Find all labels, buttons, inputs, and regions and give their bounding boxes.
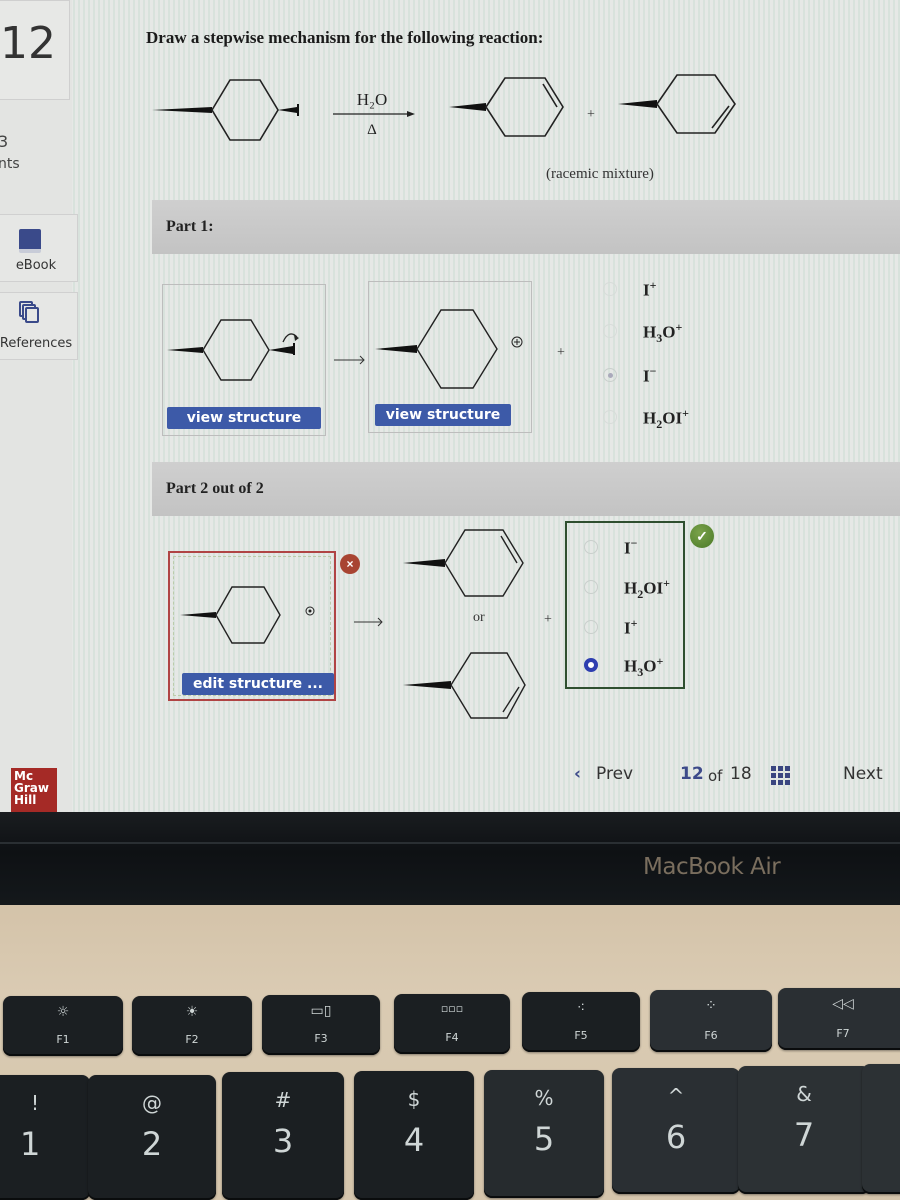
reaction-scheme (152, 74, 736, 141)
key-f6[interactable]: ⁘ F6 (650, 990, 772, 1052)
logo-line-3: Hill (14, 793, 37, 807)
key-3[interactable]: # 3 (222, 1072, 344, 1200)
key-5[interactable]: % 5 (484, 1070, 604, 1198)
part1-plus: + (557, 345, 565, 360)
alkene-product-2 (403, 652, 526, 719)
remove-structure-button[interactable]: × (340, 554, 360, 574)
products-plus: + (587, 107, 595, 122)
alkene-product-1 (403, 529, 524, 597)
key-7[interactable]: & 7 (738, 1066, 870, 1194)
option-label: H2OI+ (643, 406, 689, 432)
keyboard-backlight-down-icon: ⁖ (576, 1000, 586, 1016)
book-icon (19, 229, 41, 253)
part2-products (403, 529, 526, 719)
chevron-left-icon[interactable]: ‹ (574, 764, 581, 784)
option-label: H2OI+ (624, 576, 670, 602)
radio-button[interactable] (584, 580, 598, 594)
part1-structure-2: view structure (368, 281, 532, 433)
of-label: of (708, 767, 723, 785)
option-label: I− (624, 536, 638, 558)
keyboard-backlight-up-icon: ⁘ (705, 998, 717, 1014)
part2-option-h2oi-plus[interactable]: H2OI+ (584, 576, 704, 602)
points-label: nts (0, 156, 20, 172)
view-structure-button-1[interactable]: view structure (167, 407, 321, 429)
part1-option-i-minus[interactable]: I− (603, 364, 723, 388)
part1-header: Part 1: (152, 200, 900, 254)
key-8-partial[interactable] (862, 1064, 900, 1194)
rewind-icon: ◁◁ (832, 996, 854, 1012)
radio-button[interactable] (584, 540, 598, 554)
view-structure-button-2[interactable]: view structure (375, 404, 511, 426)
or-label: or (473, 610, 485, 625)
stacked-pages-icon (19, 301, 43, 327)
part2-header: Part 2 out of 2 (152, 462, 900, 516)
references-button[interactable]: References (0, 292, 78, 360)
key-4[interactable]: $ 4 (354, 1071, 474, 1200)
correct-badge-icon: ✓ (690, 524, 714, 548)
key-f2[interactable]: ☀ F2 (132, 996, 252, 1056)
radio-button[interactable] (584, 620, 598, 634)
key-f4[interactable]: ▫▫▫ F4 (394, 994, 510, 1054)
option-label: I+ (643, 278, 657, 300)
part1-option-i-plus[interactable]: I+ (603, 278, 723, 302)
reactant-structure (152, 79, 299, 141)
carbocation-drawing-2 (180, 586, 315, 644)
carbocation-drawing (375, 309, 523, 389)
part1-arrow (334, 355, 365, 365)
edit-structure-button[interactable]: edit structure ... (182, 673, 334, 695)
key-f5[interactable]: ⁖ F5 (522, 992, 640, 1052)
product-1-structure (449, 77, 564, 137)
radio-button-selected[interactable] (584, 658, 598, 672)
launchpad-icon: ▫▫▫ (440, 1002, 464, 1015)
key-6[interactable]: ^ 6 (612, 1068, 740, 1194)
left-sidebar: 12 3 nts eBook References Mc Graw Hill (0, 0, 78, 822)
radio-button[interactable] (603, 282, 617, 296)
racemic-note: (racemic mixture) (546, 166, 654, 182)
part2-edit-structure-box[interactable]: edit structure ... (168, 551, 336, 701)
references-label: References (0, 336, 73, 351)
key-f7[interactable]: ◁◁ F7 (778, 988, 900, 1050)
product-2-structure (618, 74, 736, 134)
part2-option-i-minus[interactable]: I− (584, 536, 704, 560)
reagent-water: H₂O (356, 90, 388, 109)
current-question: 12 (680, 764, 704, 784)
part1-option-h2oi-plus[interactable]: H2OI+ (603, 406, 723, 432)
question-grid-icon[interactable] (771, 766, 791, 786)
browser-screen: 12 3 nts eBook References Mc Graw Hill D… (0, 0, 900, 822)
part2-option-i-plus[interactable]: I+ (584, 616, 704, 640)
ebook-button[interactable]: eBook (0, 214, 78, 282)
question-number: 12 (0, 18, 56, 69)
brightness-up-icon: ☀ (185, 1004, 199, 1020)
reagent-heat: Δ (367, 122, 377, 138)
part1-option-h3o-plus[interactable]: H3O+ (603, 320, 723, 346)
part2-plus: + (544, 612, 552, 627)
key-2[interactable]: @ 2 (88, 1075, 216, 1200)
prev-button[interactable]: Prev (596, 764, 633, 784)
mission-control-icon: ▭▯ (310, 1003, 332, 1019)
part2-option-h3o-plus[interactable]: H3O+ (584, 654, 704, 680)
next-button[interactable]: Next (843, 764, 883, 784)
total-questions: 18 (730, 764, 752, 784)
mcgraw-hill-logo: Mc Graw Hill (11, 768, 57, 812)
key-f3[interactable]: ▭▯ F3 (262, 995, 380, 1055)
option-label: H3O+ (624, 654, 664, 680)
question-title: Draw a stepwise mechanism for the follow… (146, 28, 544, 47)
option-label: I− (643, 364, 657, 386)
key-1[interactable]: ! 1 (0, 1075, 90, 1200)
iodide-reactant-drawing (167, 319, 299, 381)
option-label: H3O+ (643, 320, 683, 346)
radio-button[interactable] (603, 410, 617, 424)
part2-label: Part 2 out of 2 (166, 480, 264, 497)
ebook-label: eBook (15, 258, 57, 273)
brightness-down-icon: ☼ (56, 1004, 70, 1020)
device-label: MacBook Air (643, 854, 781, 880)
part2-arrow (354, 617, 383, 627)
part1-label: Part 1: (166, 218, 214, 235)
key-f1[interactable]: ☼ F1 (3, 996, 123, 1056)
radio-button-selected[interactable] (603, 368, 617, 382)
part1-structure-1: view structure (162, 284, 326, 436)
option-label: I+ (624, 616, 638, 638)
radio-button[interactable] (603, 324, 617, 338)
points-value: 3 (0, 132, 9, 151)
